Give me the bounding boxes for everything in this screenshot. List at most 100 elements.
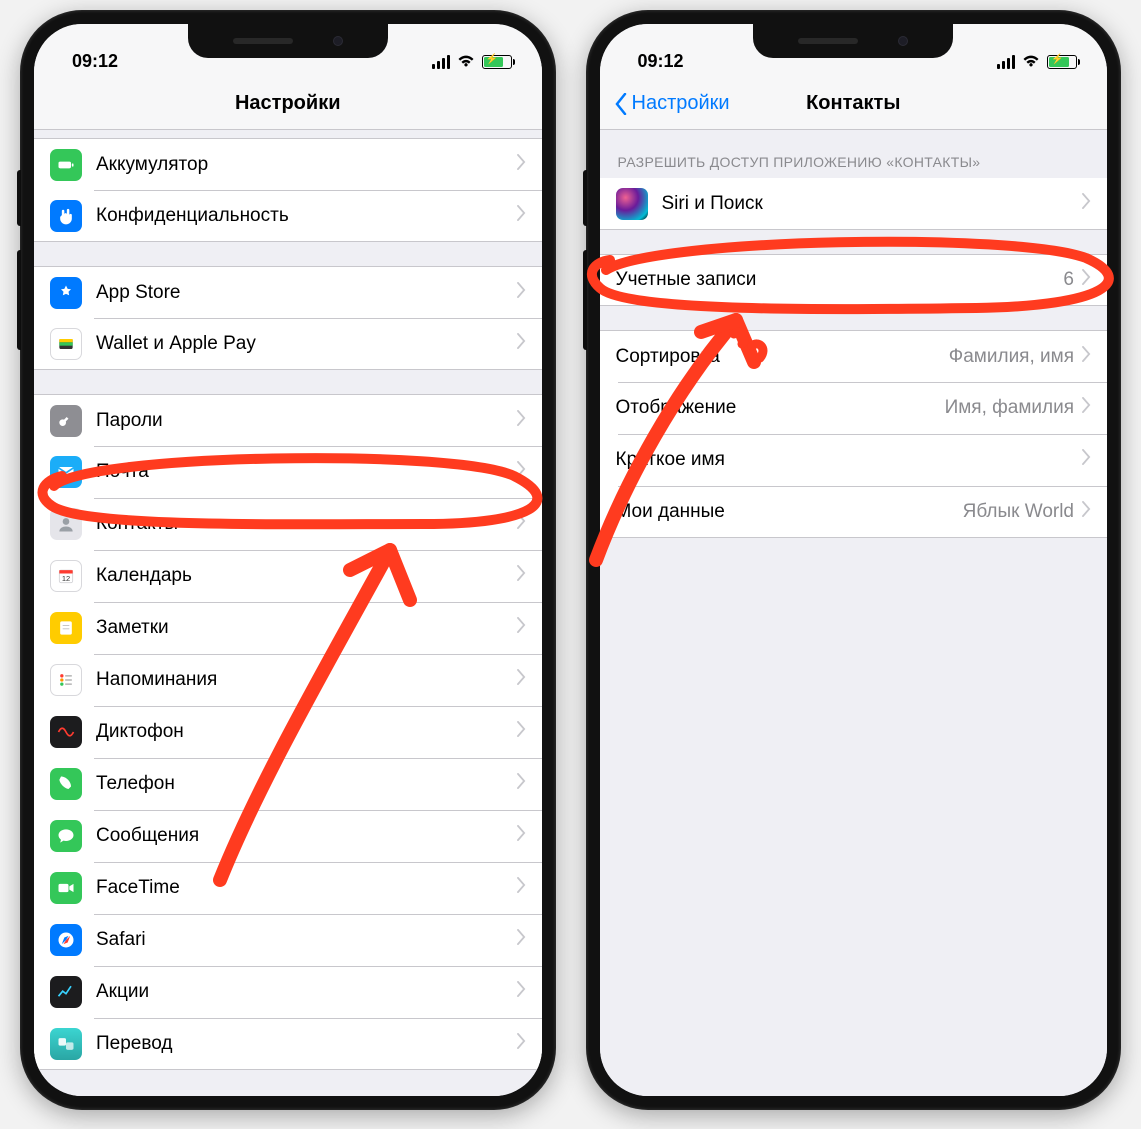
- chevron-right-icon: [517, 981, 526, 1003]
- notch: [753, 24, 953, 58]
- row-facetime[interactable]: FaceTime: [34, 862, 542, 914]
- phone-left: 09:12 Настройки Аккумулятор: [20, 10, 556, 1110]
- row-appstore[interactable]: App Store: [34, 266, 542, 318]
- row-voicememos[interactable]: Диктофон: [34, 706, 542, 758]
- chevron-right-icon: [517, 877, 526, 899]
- row-label: Safari: [96, 929, 517, 951]
- screen-right: 09:12 Настройки Контакты РАЗРЕШИТЬ ДОСТУ…: [600, 24, 1108, 1096]
- chevron-right-icon: [517, 461, 526, 483]
- group-allow-access: РАЗРЕШИТЬ ДОСТУП ПРИЛОЖЕНИЮ «КОНТАКТЫ» S…: [600, 154, 1108, 230]
- safari-icon: [50, 924, 82, 956]
- status-right: [997, 51, 1077, 72]
- chevron-right-icon: [517, 565, 526, 587]
- row-label: Пароли: [96, 410, 517, 432]
- nav-bar: Настройки: [34, 78, 542, 130]
- notch: [188, 24, 388, 58]
- cell-signal-icon: [432, 55, 450, 69]
- hand-icon: [50, 200, 82, 232]
- chevron-right-icon: [517, 929, 526, 951]
- row-detail: 6: [1063, 269, 1074, 291]
- contacts-icon: [50, 508, 82, 540]
- row-label: Wallet и Apple Pay: [96, 333, 517, 355]
- row-mydata[interactable]: Мои данные Яблык World: [600, 486, 1108, 538]
- wifi-icon: [456, 51, 476, 72]
- wifi-icon: [1021, 51, 1041, 72]
- row-detail: Фамилия, имя: [949, 346, 1074, 368]
- row-safari[interactable]: Safari: [34, 914, 542, 966]
- row-reminders[interactable]: Напоминания: [34, 654, 542, 706]
- row-translate[interactable]: Перевод: [34, 1018, 542, 1070]
- row-sort[interactable]: Сортировка Фамилия, имя: [600, 330, 1108, 382]
- settings-content[interactable]: Аккумулятор Конфиденциальность App Store: [34, 130, 542, 1096]
- group-display-settings: Сортировка Фамилия, имя Отображение Имя,…: [600, 330, 1108, 538]
- wallet-icon: [50, 328, 82, 360]
- row-label: Календарь: [96, 565, 517, 587]
- chevron-right-icon: [1082, 346, 1091, 368]
- row-calendar[interactable]: 12 Календарь: [34, 550, 542, 602]
- row-wallet[interactable]: Wallet и Apple Pay: [34, 318, 542, 370]
- row-messages[interactable]: Сообщения: [34, 810, 542, 862]
- row-notes[interactable]: Заметки: [34, 602, 542, 654]
- translate-icon: [50, 1028, 82, 1060]
- group-battery-privacy: Аккумулятор Конфиденциальность: [34, 138, 542, 242]
- chevron-right-icon: [517, 825, 526, 847]
- row-label: Напоминания: [96, 669, 517, 691]
- chevron-right-icon: [1082, 193, 1091, 215]
- status-time: 09:12: [638, 51, 684, 72]
- battery-icon: [482, 55, 512, 69]
- status-right: [432, 51, 512, 72]
- row-label: Краткое имя: [616, 449, 1075, 471]
- facetime-icon: [50, 872, 82, 904]
- row-label: Перевод: [96, 1033, 517, 1055]
- row-shortname[interactable]: Краткое имя: [600, 434, 1108, 486]
- row-detail: Яблык World: [963, 501, 1074, 523]
- row-label: Сортировка: [616, 346, 949, 368]
- siri-icon: [616, 188, 648, 220]
- screen-left: 09:12 Настройки Аккумулятор: [34, 24, 542, 1096]
- chevron-right-icon: [517, 513, 526, 535]
- row-label: Почта: [96, 461, 517, 483]
- chevron-right-icon: [517, 205, 526, 227]
- stocks-icon: [50, 976, 82, 1008]
- row-display[interactable]: Отображение Имя, фамилия: [600, 382, 1108, 434]
- row-detail: Имя, фамилия: [945, 397, 1074, 419]
- chevron-right-icon: [517, 154, 526, 176]
- phone-icon: [50, 768, 82, 800]
- row-privacy[interactable]: Конфиденциальность: [34, 190, 542, 242]
- row-stocks[interactable]: Акции: [34, 966, 542, 1018]
- row-siri-search[interactable]: Siri и Поиск: [600, 178, 1108, 230]
- calendar-icon: 12: [50, 560, 82, 592]
- row-label: Акции: [96, 981, 517, 1003]
- chevron-right-icon: [517, 1033, 526, 1055]
- row-label: Конфиденциальность: [96, 205, 517, 227]
- nav-back-button[interactable]: Настройки: [614, 92, 730, 115]
- svg-text:12: 12: [62, 574, 70, 583]
- group-appstore-wallet: App Store Wallet и Apple Pay: [34, 266, 542, 370]
- row-battery[interactable]: Аккумулятор: [34, 138, 542, 190]
- row-phone[interactable]: Телефон: [34, 758, 542, 810]
- appstore-icon: [50, 277, 82, 309]
- mail-icon: [50, 456, 82, 488]
- row-label: Телефон: [96, 773, 517, 795]
- row-mail[interactable]: Почта: [34, 446, 542, 498]
- row-label: Siri и Поиск: [662, 193, 1083, 215]
- chevron-right-icon: [1082, 501, 1091, 523]
- chevron-right-icon: [517, 282, 526, 304]
- battery-icon: [50, 149, 82, 181]
- row-label: Контакты: [96, 513, 517, 535]
- chevron-right-icon: [517, 333, 526, 355]
- reminders-icon: [50, 664, 82, 696]
- contacts-settings-content[interactable]: РАЗРЕШИТЬ ДОСТУП ПРИЛОЖЕНИЮ «КОНТАКТЫ» S…: [600, 130, 1108, 1096]
- row-accounts[interactable]: Учетные записи 6: [600, 254, 1108, 306]
- chevron-right-icon: [517, 721, 526, 743]
- group-accounts: Учетные записи 6: [600, 254, 1108, 306]
- messages-icon: [50, 820, 82, 852]
- row-label: Отображение: [616, 397, 945, 419]
- group-apps: Пароли Почта Контакты 12 Календарь: [34, 394, 542, 1070]
- row-contacts[interactable]: Контакты: [34, 498, 542, 550]
- row-label: Сообщения: [96, 825, 517, 847]
- row-label: Аккумулятор: [96, 154, 517, 176]
- notes-icon: [50, 612, 82, 644]
- row-passwords[interactable]: Пароли: [34, 394, 542, 446]
- key-icon: [50, 405, 82, 437]
